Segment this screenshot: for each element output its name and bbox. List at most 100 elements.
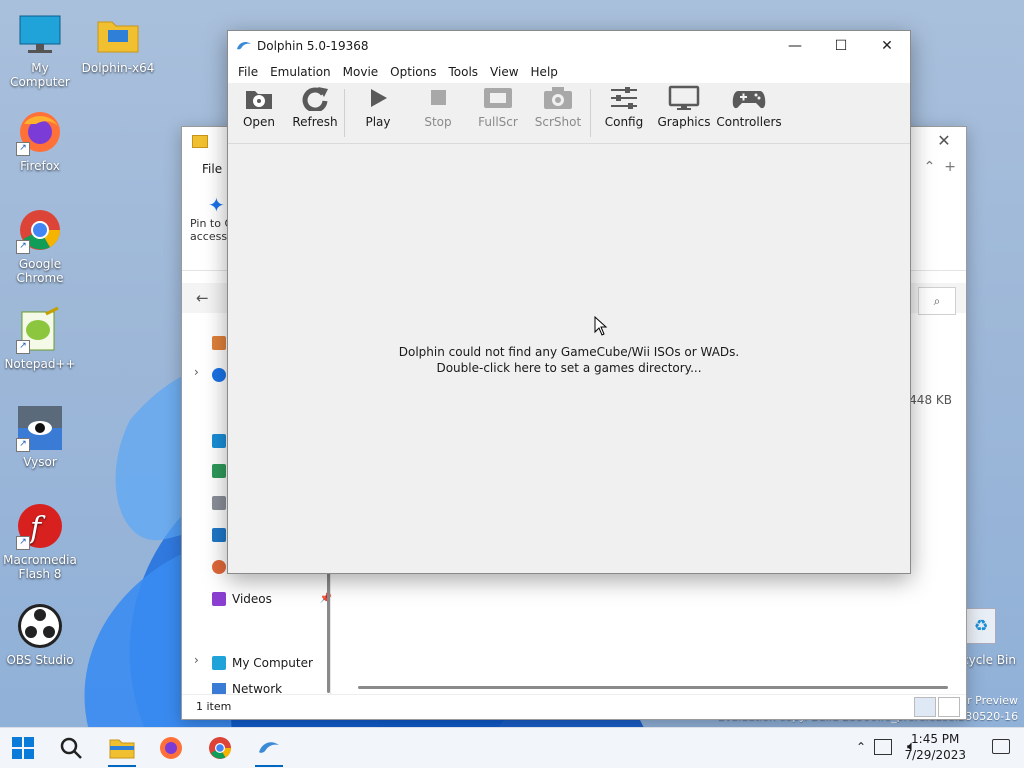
obs-icon (16, 602, 64, 650)
refresh-button[interactable]: Refresh (287, 85, 343, 129)
taskbar-dolphin[interactable] (253, 732, 285, 767)
minimize-button[interactable]: — (772, 31, 818, 61)
menu-tools[interactable]: Tools (442, 61, 484, 83)
game-list-area[interactable]: Dolphin could not find any GameCube/Wii … (228, 144, 910, 573)
horizontal-scrollbar[interactable] (358, 686, 948, 689)
play-button[interactable]: Play (350, 85, 406, 129)
graphics-button[interactable]: Graphics (656, 85, 712, 129)
fullscreen-button[interactable]: FullScr (470, 85, 526, 129)
back-arrow-icon[interactable]: ← (196, 289, 209, 307)
start-button[interactable] (7, 732, 39, 764)
desktop-icon-label: cycle Bin (962, 653, 1016, 667)
open-label: Open (242, 115, 276, 129)
tiles-view-button[interactable] (938, 697, 960, 717)
camera-icon (544, 87, 572, 109)
show-hidden-icons-chevron-icon[interactable]: ⌃ (856, 740, 866, 754)
desktop-icon-notepad-plus-plus[interactable]: ↗ Notepad++ (0, 306, 80, 371)
details-view-button[interactable] (914, 697, 936, 717)
menu-movie[interactable]: Movie (337, 61, 385, 83)
nav-item-documents[interactable] (212, 493, 226, 513)
graphics-label: Graphics (657, 115, 711, 129)
firefox-icon: ↗ (16, 108, 64, 156)
desktop-icon-label: Firefox (20, 159, 60, 173)
dolphin-title-bar[interactable]: Dolphin 5.0-19368 — ☐ ✕ (228, 31, 910, 61)
notification-icon[interactable] (992, 739, 1010, 754)
desktop-icon-firefox[interactable]: ↗ Firefox (0, 108, 80, 173)
shortcut-arrow-icon: ↗ (16, 438, 30, 452)
search-button[interactable] (55, 732, 87, 764)
nav-item-desktop[interactable] (212, 431, 226, 451)
nav-item-label: My Computer (232, 656, 313, 670)
desktop-icon-recycle-bin[interactable]: ♻ cycle Bin (962, 606, 1024, 670)
shortcut-arrow-icon: ↗ (16, 240, 30, 254)
dolphin-logo-icon (237, 41, 251, 50)
mouse-cursor-icon (594, 316, 608, 336)
folder-icon (94, 10, 142, 58)
explorer-menu-file[interactable]: File (202, 162, 222, 176)
explorer-tab-controls[interactable]: ⌃ + (924, 159, 956, 175)
nav-item-videos[interactable]: Videos 📌 (212, 589, 332, 609)
nav-pane-scrollbar[interactable] (327, 573, 330, 693)
menu-help[interactable]: Help (525, 61, 564, 83)
desktop-icon-obs-studio[interactable]: OBS Studio (0, 602, 80, 667)
screenshot-button[interactable]: ScrShot (530, 85, 586, 129)
desktop-icon (212, 434, 226, 448)
config-button[interactable]: Config (596, 85, 652, 129)
shortcut-arrow-icon: ↗ (16, 340, 30, 354)
close-button[interactable]: ✕ (864, 31, 910, 61)
menu-emulation[interactable]: Emulation (264, 61, 337, 83)
controllers-button[interactable]: Controllers (716, 85, 782, 129)
maximize-button[interactable]: ☐ (818, 31, 864, 61)
picture-icon (212, 528, 226, 542)
message-line-1: Dolphin could not find any GameCube/Wii … (398, 345, 740, 359)
expand-chevron-icon[interactable]: › (194, 653, 199, 667)
item-count: 1 item (196, 700, 232, 713)
empty-game-list-message[interactable]: Dolphin could not find any GameCube/Wii … (228, 344, 910, 376)
sliders-icon (611, 87, 637, 109)
nav-item-label: Videos (232, 592, 272, 606)
menu-bar: File Emulation Movie Options Tools View … (228, 61, 910, 83)
disc-folder-icon (246, 91, 272, 109)
network-status-icon[interactable] (874, 739, 892, 755)
play-label: Play (365, 115, 391, 129)
desktop-icon-google-chrome[interactable]: ↗ Google Chrome (0, 206, 80, 285)
window-title: Dolphin 5.0-19368 (257, 39, 369, 53)
menu-view[interactable]: View (484, 61, 524, 83)
expand-chevron-icon[interactable]: › (194, 365, 199, 379)
desktop-icon-my-computer[interactable]: My Computer (0, 10, 80, 89)
dolphin-window[interactable]: Dolphin 5.0-19368 — ☐ ✕ File Emulation M… (227, 30, 911, 574)
taskbar-file-explorer[interactable] (106, 732, 138, 767)
desktop-icon-label: Dolphin-x64 (81, 61, 155, 75)
notepad-plus-plus-icon: ↗ (16, 306, 64, 354)
clock[interactable]: 1:45 PM 7/29/2023 (904, 731, 966, 763)
nav-item-onedrive[interactable] (212, 365, 226, 385)
search-icon (60, 737, 82, 759)
clock-date: 7/29/2023 (904, 748, 966, 762)
windows-logo-icon (12, 737, 34, 759)
taskbar-firefox[interactable] (155, 732, 187, 764)
folder-icon (109, 739, 135, 759)
folder-icon (192, 135, 208, 148)
chrome-icon: ↗ (16, 206, 64, 254)
open-button[interactable]: Open (231, 85, 287, 129)
toolbar-separator (590, 89, 591, 137)
menu-file[interactable]: File (232, 61, 264, 83)
desktop-icon-macromedia-flash[interactable]: f ↗ Macromedia Flash 8 (0, 502, 80, 581)
search-icon[interactable]: ⌕ (918, 287, 956, 315)
nav-item-home[interactable] (212, 333, 226, 353)
screenshot-label: ScrShot (534, 115, 582, 129)
vysor-icon: ↗ (16, 404, 64, 452)
firefox-icon (160, 737, 182, 759)
nav-item-music[interactable] (212, 557, 226, 577)
desktop-icon-vysor[interactable]: ↗ Vysor (0, 404, 80, 469)
taskbar-chrome[interactable] (204, 732, 236, 764)
nav-item-downloads[interactable] (212, 461, 226, 481)
music-icon (212, 560, 226, 574)
nav-item-pictures[interactable] (212, 525, 226, 545)
stop-button[interactable]: Stop (410, 85, 466, 129)
desktop-icon-dolphin-x64[interactable]: Dolphin-x64 (78, 10, 158, 75)
menu-options[interactable]: Options (384, 61, 442, 83)
stop-label: Stop (424, 115, 452, 129)
nav-item-my-computer[interactable]: My Computer (212, 653, 313, 673)
explorer-close-button[interactable]: ✕ (930, 131, 958, 153)
